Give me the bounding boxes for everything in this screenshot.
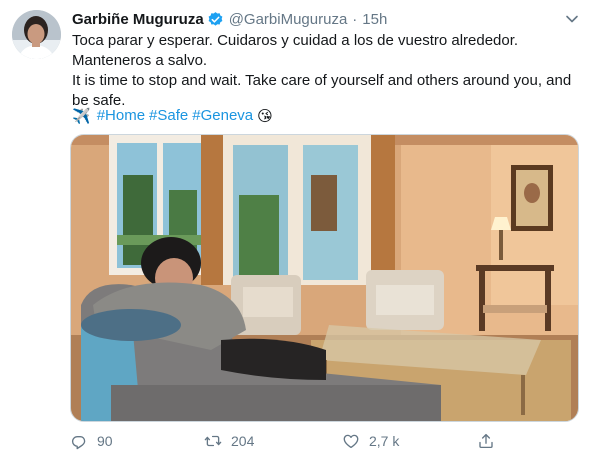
- reply-icon: [71, 435, 86, 450]
- retweet-count: 204: [231, 433, 255, 449]
- airplane-emoji: ✈️: [72, 107, 91, 125]
- heart-icon: [343, 434, 359, 449]
- tweet-header: Garbiñe Muguruza @GarbiMuguruza · 15h: [72, 9, 387, 29]
- retweet-icon: [204, 435, 222, 447]
- kiss-emoji: 😘: [257, 107, 273, 125]
- chevron-down-icon[interactable]: [565, 12, 579, 26]
- retweet-button[interactable]: 204: [204, 429, 254, 453]
- separator-dot: ·: [352, 10, 358, 28]
- author-name[interactable]: Garbiñe Muguruza: [72, 11, 204, 28]
- tweet-text: Toca parar y esperar. Cuidaros y cuidad …: [72, 31, 577, 111]
- hashtag-home[interactable]: #Home: [97, 106, 145, 126]
- hashtag-line: ✈️ #Home #Safe #Geneva 😘: [72, 106, 273, 126]
- hashtag-safe[interactable]: #Safe: [149, 106, 188, 126]
- tweet-text-line: Manteneros a salvo.: [72, 52, 208, 69]
- like-count: 2,7 k: [369, 433, 400, 449]
- reply-button[interactable]: 90: [70, 429, 113, 453]
- like-button[interactable]: 2,7 k: [342, 429, 399, 453]
- verified-badge-icon: [207, 11, 224, 28]
- share-button[interactable]: [477, 429, 495, 453]
- tweet-photo[interactable]: [70, 134, 579, 422]
- avatar[interactable]: [12, 10, 61, 59]
- tweet-text-line: Toca parar y esperar. Cuidaros y cuidad …: [72, 32, 519, 49]
- share-icon: [479, 433, 493, 449]
- reply-count: 90: [97, 433, 113, 449]
- tweet-timestamp[interactable]: 15h: [362, 11, 387, 28]
- hashtag-geneva[interactable]: #Geneva: [192, 106, 253, 126]
- author-handle[interactable]: @GarbiMuguruza: [229, 11, 348, 28]
- tweet-actions: 90 204 2,7 k: [70, 429, 510, 453]
- tweet-text-line: It is time to stop and wait. Take care o…: [72, 72, 572, 89]
